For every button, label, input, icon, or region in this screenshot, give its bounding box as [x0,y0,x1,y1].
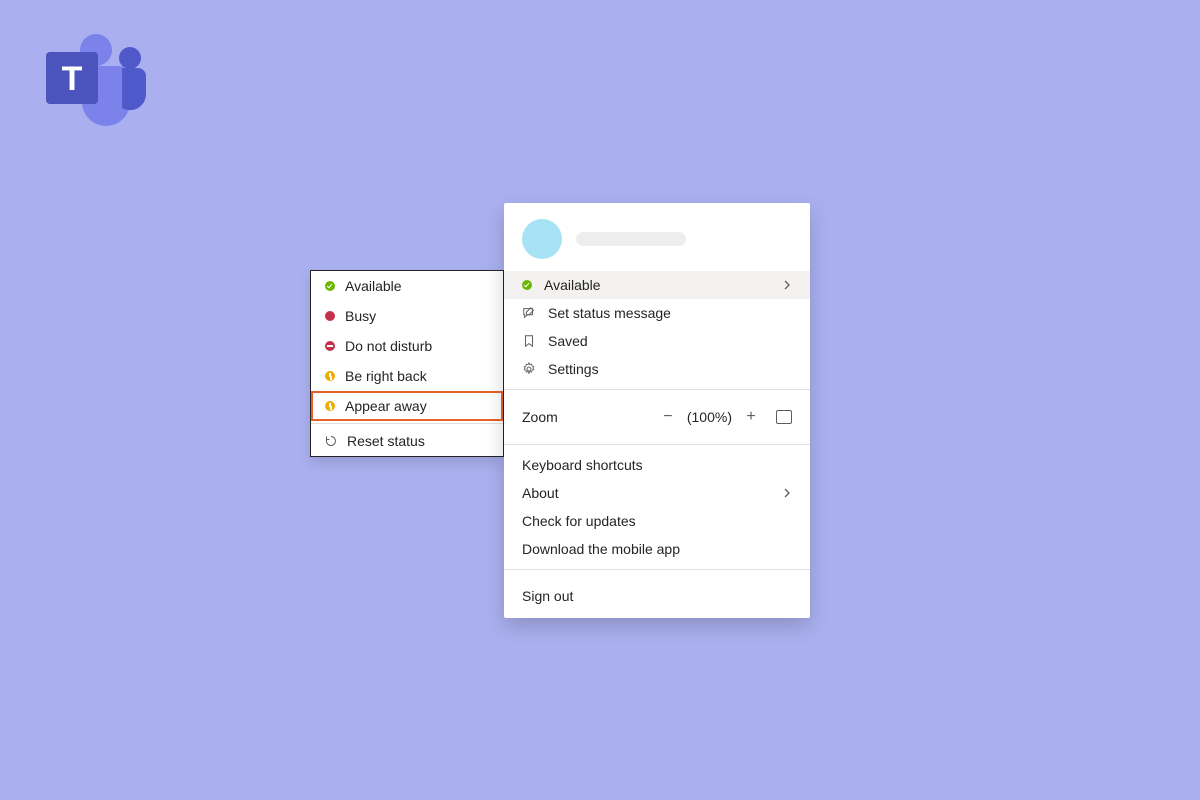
status-option-label: Do not disturb [345,338,432,354]
divider [504,569,810,570]
away-icon [325,401,335,411]
avatar [522,219,562,259]
status-option-appear-away[interactable]: Appear away [311,391,503,421]
available-icon [522,280,532,290]
status-option-brb[interactable]: Be right back [311,361,503,391]
zoom-in-button[interactable]: + [740,406,762,428]
status-option-dnd[interactable]: Do not disturb [311,331,503,361]
menu-item-label: Saved [548,333,588,349]
menu-check-updates[interactable]: Check for updates [504,507,810,535]
available-icon [325,281,335,291]
zoom-out-button[interactable]: − [657,406,679,428]
teams-logo: T [44,28,154,138]
menu-zoom: Zoom − (100%) + [504,396,810,438]
menu-item-label: Set status message [548,305,671,321]
away-icon [325,371,335,381]
menu-status[interactable]: Available [504,271,810,299]
menu-saved[interactable]: Saved [504,327,810,355]
menu-sign-out[interactable]: Sign out [504,576,810,618]
status-reset-label: Reset status [347,433,425,449]
divider [311,423,503,424]
svg-text:T: T [62,60,83,98]
menu-keyboard-shortcuts[interactable]: Keyboard shortcuts [504,451,810,479]
menu-item-label: Keyboard shortcuts [522,457,643,473]
menu-item-label: Download the mobile app [522,541,680,557]
status-reset[interactable]: Reset status [311,426,503,456]
divider [504,444,810,445]
bookmark-icon [522,334,536,348]
gear-icon [522,362,536,376]
busy-icon [325,311,335,321]
status-option-label: Busy [345,308,376,324]
zoom-percent: (100%) [687,409,732,425]
status-option-label: Available [345,278,402,294]
status-option-busy[interactable]: Busy [311,301,503,331]
chevron-right-icon [782,280,792,290]
edit-message-icon [522,306,536,320]
menu-item-label: Settings [548,361,599,377]
dnd-icon [325,341,335,351]
profile-name-placeholder [576,232,686,246]
reset-icon [325,435,337,447]
status-option-label: Be right back [345,368,427,384]
menu-download-mobile[interactable]: Download the mobile app [504,535,810,563]
status-option-available[interactable]: Available [311,271,503,301]
menu-item-label: Sign out [522,588,573,604]
status-option-label: Appear away [345,398,427,414]
menu-settings[interactable]: Settings [504,355,810,383]
menu-item-label: About [522,485,559,501]
menu-status-label: Available [544,277,601,293]
menu-item-label: Check for updates [522,513,636,529]
profile-header [504,203,810,271]
status-submenu: Available Busy Do not disturb Be right b… [310,270,504,457]
fullscreen-icon[interactable] [776,410,792,424]
menu-about[interactable]: About [504,479,810,507]
divider [504,389,810,390]
profile-menu: Available Set status message Saved Setti… [504,203,810,618]
menu-set-status-message[interactable]: Set status message [504,299,810,327]
chevron-right-icon [782,488,792,498]
zoom-label: Zoom [522,409,558,425]
